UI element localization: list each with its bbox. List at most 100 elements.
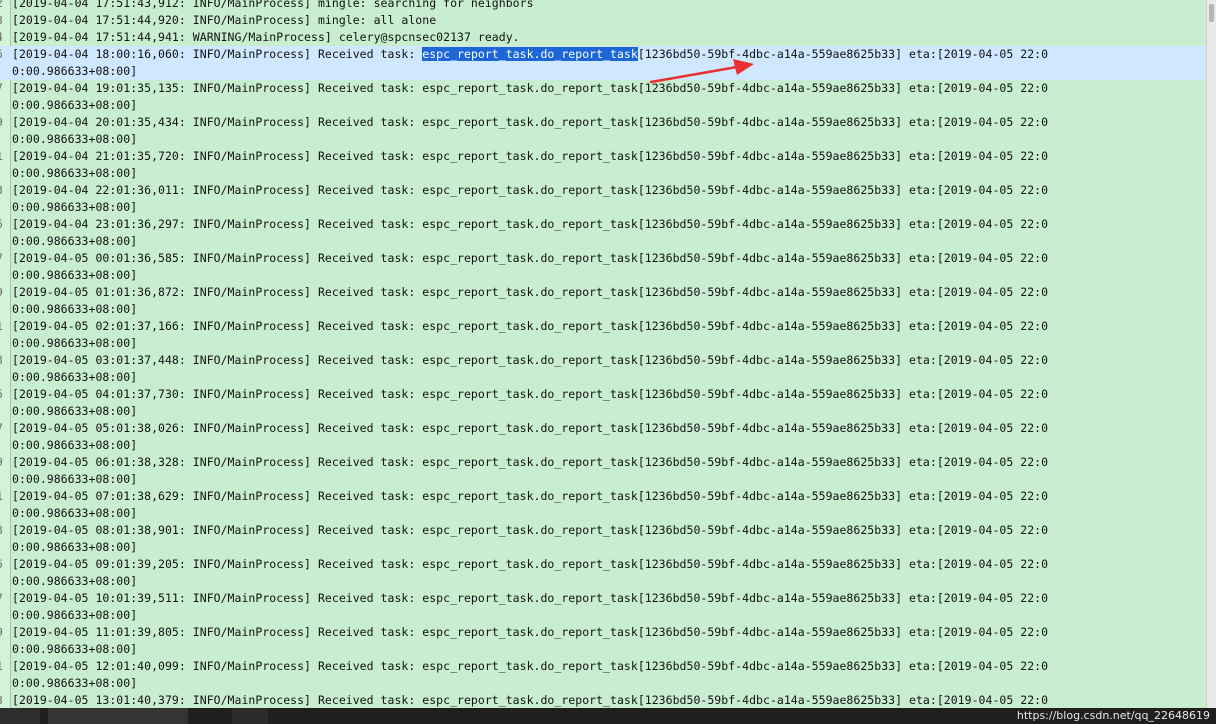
log-line-text: 0:00.986633+08:00] [12,268,138,282]
log-line[interactable]: 0:00.986633+08:00] [0,233,1206,250]
log-line[interactable]: 0:00.986633+08:00] [0,165,1206,182]
log-line[interactable]: 1[2019-04-04 21:01:35,720: INFO/MainProc… [0,148,1206,165]
log-line[interactable]: 0:00.986633+08:00] [0,199,1206,216]
log-line-text: [2019-04-05 11:01:39,805: INFO/MainProce… [12,625,1049,639]
log-line[interactable]: 3[2019-04-05 08:01:38,901: INFO/MainProc… [0,522,1206,539]
log-line[interactable]: 5[2019-04-05 09:01:39,205: INFO/MainProc… [0,556,1206,573]
log-line-text: 0:00.986633+08:00] [12,472,138,486]
log-line[interactable]: 0:00.986633+08:00] [0,97,1206,114]
line-number [0,573,10,590]
taskbar-button[interactable] [48,708,188,724]
log-line-text: 0:00.986633+08:00] [12,438,138,452]
log-line[interactable]: 0:00.986633+08:00] [0,335,1206,352]
line-number [0,539,10,556]
log-line[interactable]: 9[2019-04-05 06:01:38,328: INFO/MainProc… [0,454,1206,471]
log-line[interactable]: 0:00.986633+08:00] [0,607,1206,624]
log-line[interactable]: 0:00.986633+08:00] [0,539,1206,556]
log-line-text: 0:00.986633+08:00] [12,404,138,418]
log-line[interactable]: 1[2019-04-05 02:01:37,166: INFO/MainProc… [0,318,1206,335]
line-number [0,335,10,352]
line-number [0,63,10,80]
log-line-text: 0:00.986633+08:00] [12,132,138,146]
log-line-text: [2019-04-04 17:51:44,941: WARNING/MainPr… [12,30,520,44]
log-line[interactable]: 2[2019-04-04 17:51:43,912: INFO/MainProc… [0,0,1206,12]
log-line-text: [2019-04-05 00:01:36,585: INFO/MainProce… [12,251,1049,265]
log-line-text: [2019-04-05 03:01:37,448: INFO/MainProce… [12,353,1049,367]
line-number: 1 [0,488,10,505]
line-number: 3 [0,352,10,369]
log-line[interactable]: 3[2019-04-04 22:01:36,011: INFO/MainProc… [0,182,1206,199]
log-line[interactable]: 9[2019-04-05 01:01:36,872: INFO/MainProc… [0,284,1206,301]
log-line-text: [2019-04-04 21:01:35,720: INFO/MainProce… [12,149,1049,163]
log-line-text: 0:00.986633+08:00] [12,540,138,554]
taskbar-button[interactable] [232,708,268,724]
log-line[interactable]: 0:00.986633+08:00] [0,403,1206,420]
line-number: 7 [0,80,10,97]
line-number [0,301,10,318]
log-line-current[interactable]: 5[2019-04-04 18:00:16,060: INFO/MainProc… [0,46,1206,63]
log-editor[interactable]: 2[2019-04-04 17:51:43,912: INFO/MainProc… [0,0,1206,708]
log-line[interactable]: 7[2019-04-04 19:01:35,135: INFO/MainProc… [0,80,1206,97]
log-line[interactable]: 1[2019-04-05 12:01:40,099: INFO/MainProc… [0,658,1206,675]
log-line-text: 0:00.986633+08:00] [12,336,138,350]
line-number: 5 [0,216,10,233]
selected-task-name[interactable]: espc_report_task.do_report_task [422,47,638,61]
log-text-after-selection: [1236bd50-59bf-4dbc-a14a-559ae8625b33] e… [637,47,1049,61]
log-line-text: [2019-04-04 22:01:36,011: INFO/MainProce… [12,183,1049,197]
log-line[interactable]: 0:00.986633+08:00] [0,267,1206,284]
log-line-text: [2019-04-04 20:01:35,434: INFO/MainProce… [12,115,1049,129]
log-text-before-selection: [2019-04-04 18:00:16,060: INFO/MainProce… [12,47,423,61]
log-line[interactable]: 7[2019-04-05 10:01:39,511: INFO/MainProc… [0,590,1206,607]
log-line[interactable]: 9[2019-04-05 11:01:39,805: INFO/MainProc… [0,624,1206,641]
line-number: 9 [0,624,10,641]
log-line[interactable]: 4[2019-04-04 17:51:44,941: WARNING/MainP… [0,29,1206,46]
line-number: 9 [0,454,10,471]
log-line-text: [2019-04-05 12:01:40,099: INFO/MainProce… [12,659,1049,673]
log-line[interactable]: 0:00.986633+08:00] [0,301,1206,318]
log-line-text: [2019-04-04 19:01:35,135: INFO/MainProce… [12,81,1049,95]
line-number [0,403,10,420]
line-number [0,471,10,488]
log-line-text: 0:00.986633+08:00] [12,506,138,520]
line-number [0,369,10,386]
log-line-text: [2019-04-05 02:01:37,166: INFO/MainProce… [12,319,1049,333]
log-line[interactable]: 3[2019-04-04 17:51:44,920: INFO/MainProc… [0,12,1206,29]
log-line-text: 0:00.986633+08:00] [12,234,138,248]
watermark-text: https://blog.csdn.net/qq_22648619 [1016,709,1210,722]
log-line[interactable]: 7[2019-04-05 00:01:36,585: INFO/MainProc… [0,250,1206,267]
log-line[interactable]: 0:00.986633+08:00] [0,675,1206,692]
log-line[interactable]: 0:00.986633+08:00] [0,131,1206,148]
log-line[interactable]: 5[2019-04-04 23:01:36,297: INFO/MainProc… [0,216,1206,233]
log-line[interactable]: 5[2019-04-05 04:01:37,730: INFO/MainProc… [0,386,1206,403]
log-line[interactable]: 3[2019-04-05 13:01:40,379: INFO/MainProc… [0,692,1206,708]
line-number [0,437,10,454]
line-number: 9 [0,284,10,301]
line-number: 1 [0,318,10,335]
vertical-scrollbar[interactable] [1206,0,1216,708]
line-number [0,267,10,284]
line-number [0,607,10,624]
log-line[interactable]: 0:00.986633+08:00] [0,573,1206,590]
log-line-text: [2019-04-04 17:51:43,912: INFO/MainProce… [12,0,534,10]
log-line-text: [2019-04-05 05:01:38,026: INFO/MainProce… [12,421,1049,435]
log-line-text: 0:00.986633+08:00] [12,676,138,690]
log-line[interactable]: 0:00.986633+08:00] [0,471,1206,488]
log-line-text: 0:00.986633+08:00] [12,302,138,316]
line-number: 3 [0,522,10,539]
log-line[interactable]: 9[2019-04-04 20:01:35,434: INFO/MainProc… [0,114,1206,131]
log-line-text: 0:00.986633+08:00] [12,98,138,112]
scrollbar-thumb[interactable] [1209,4,1214,22]
log-line[interactable]: 0:00.986633+08:00] [0,505,1206,522]
log-line[interactable]: 7[2019-04-05 05:01:38,026: INFO/MainProc… [0,420,1206,437]
line-number [0,199,10,216]
log-line-current[interactable]: 0:00.986633+08:00] [0,63,1206,80]
log-line-text: 0:00.986633+08:00] [12,642,138,656]
line-number: 4 [0,29,10,46]
log-line-text: [2019-04-05 13:01:40,379: INFO/MainProce… [12,693,1049,707]
log-line[interactable]: 3[2019-04-05 03:01:37,448: INFO/MainProc… [0,352,1206,369]
taskbar-button[interactable] [0,708,40,724]
log-line[interactable]: 0:00.986633+08:00] [0,437,1206,454]
log-line[interactable]: 1[2019-04-05 07:01:38,629: INFO/MainProc… [0,488,1206,505]
log-line[interactable]: 0:00.986633+08:00] [0,369,1206,386]
log-line[interactable]: 0:00.986633+08:00] [0,641,1206,658]
